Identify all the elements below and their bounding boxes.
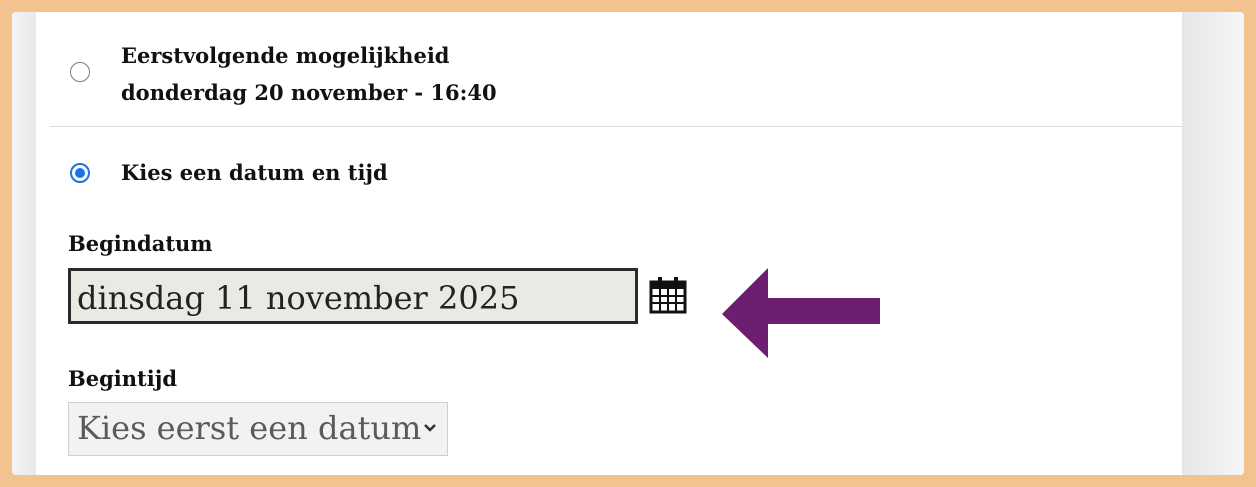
choose-date-radio[interactable]: [70, 163, 90, 183]
appointment-card: Eerstvolgende mogelijkheid donderdag 20 …: [50, 12, 1182, 475]
first-available-section: Eerstvolgende mogelijkheid donderdag 20 …: [50, 12, 1182, 127]
calendar-icon[interactable]: [648, 275, 688, 315]
screenshot-frame: Eerstvolgende mogelijkheid donderdag 20 …: [12, 12, 1244, 475]
choose-date-label: Kies een datum en tijd: [121, 160, 388, 185]
right-gutter: [1182, 12, 1244, 475]
first-available-title: Eerstvolgende mogelijkheid: [121, 43, 450, 68]
start-time-label: Begintijd: [68, 366, 177, 391]
first-available-detail: donderdag 20 november - 16:40: [121, 80, 497, 105]
left-gutter: [12, 12, 36, 475]
start-time-select-value: Kies eerst een datum: [77, 409, 422, 447]
start-time-select[interactable]: Kies eerst een datum: [68, 402, 448, 456]
first-available-radio[interactable]: [70, 62, 90, 82]
start-date-input[interactable]: dinsdag 11 november 2025: [68, 268, 638, 324]
arrow-left-icon: [722, 268, 880, 358]
chevron-down-icon: [424, 424, 436, 432]
start-date-label: Begindatum: [68, 231, 213, 256]
